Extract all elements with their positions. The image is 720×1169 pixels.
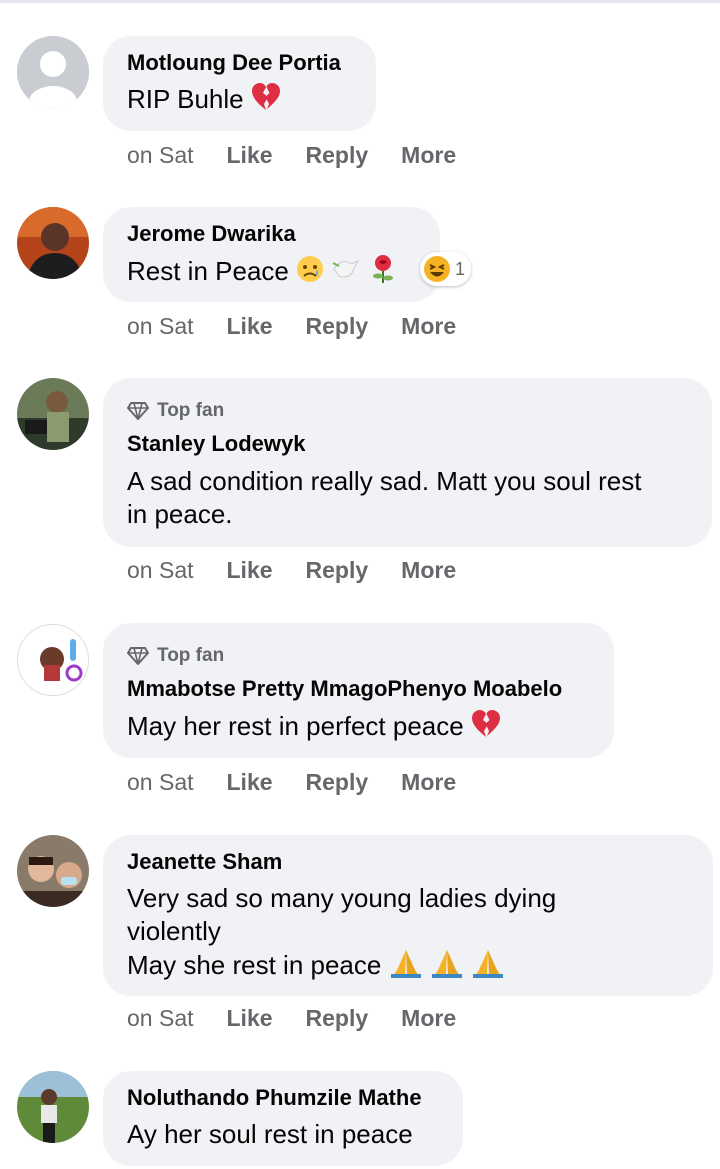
sad-face-emoji xyxy=(296,255,324,291)
comment-actions: on Sat Like Reply More xyxy=(127,1005,489,1032)
comment-text-content: May her rest in perfect peace xyxy=(127,711,464,741)
comment-author[interactable]: Noluthando Phumzile Mathe xyxy=(127,1084,439,1112)
user-photo-icon xyxy=(17,207,89,279)
comment-bubble: Noluthando Phumzile Mathe Ay her soul re… xyxy=(103,1071,463,1166)
comment-bubble: Top fan Stanley Lodewyk A sad condition … xyxy=(103,378,712,547)
reply-button[interactable]: Reply xyxy=(306,769,369,796)
reply-button[interactable]: Reply xyxy=(306,142,369,169)
comment-text: May her rest in perfect peace xyxy=(127,710,590,746)
avatar[interactable] xyxy=(17,1071,89,1143)
top-fan-diamond-icon xyxy=(127,402,149,420)
comment-text: Rest in Peace xyxy=(127,254,416,292)
like-button[interactable]: Like xyxy=(227,557,273,584)
comment-author[interactable]: Jerome Dwarika xyxy=(127,220,416,248)
user-photo-icon xyxy=(17,835,89,907)
folded-hands-emoji xyxy=(471,948,505,986)
comment-bubble: Jerome Dwarika Rest in Peace xyxy=(103,207,440,302)
comment-author[interactable]: Jeanette Sham xyxy=(127,848,689,876)
top-fan-badge: Top fan xyxy=(127,398,688,424)
comment-text: Ay her soul rest in peace xyxy=(127,1119,413,1149)
top-fan-badge: Top fan xyxy=(127,643,590,669)
comment-time[interactable]: on Sat xyxy=(127,1005,194,1032)
more-button[interactable]: More xyxy=(401,557,456,584)
broken-heart-emoji xyxy=(471,710,501,746)
comment-text-content: Rest in Peace xyxy=(127,255,289,286)
comment-text: May she rest in peace xyxy=(127,948,689,986)
comment-actions: on Sat Like Reply More xyxy=(127,142,489,169)
avatar[interactable] xyxy=(17,835,89,907)
like-button[interactable]: Like xyxy=(227,313,273,340)
default-avatar-icon xyxy=(17,36,89,108)
comment-bubble: Top fan Mmabotse Pretty MmagoPhenyo Moab… xyxy=(103,623,614,758)
comment-actions: on Sat Like Reply More xyxy=(127,313,489,340)
comment-time[interactable]: on Sat xyxy=(127,142,194,169)
folded-hands-emoji xyxy=(389,948,423,986)
more-button[interactable]: More xyxy=(401,769,456,796)
top-fan-label: Top fan xyxy=(157,400,225,421)
comment-actions: on Sat Like Reply More xyxy=(127,769,489,796)
comment-author[interactable]: Stanley Lodewyk xyxy=(127,430,688,458)
more-button[interactable]: More xyxy=(401,313,456,340)
like-button[interactable]: Like xyxy=(227,769,273,796)
reaction-count: 1 xyxy=(455,258,466,279)
reply-button[interactable]: Reply xyxy=(306,313,369,340)
comment-bubble: Motloung Dee Portia RIP Buhle xyxy=(103,36,376,131)
avatar[interactable] xyxy=(17,207,89,279)
top-fan-diamond-icon xyxy=(127,647,149,665)
comment-time[interactable]: on Sat xyxy=(127,557,194,584)
reply-button[interactable]: Reply xyxy=(306,557,369,584)
folded-hands-emoji xyxy=(430,948,464,986)
avatar[interactable] xyxy=(17,36,89,108)
more-button[interactable]: More xyxy=(401,142,456,169)
like-button[interactable]: Like xyxy=(227,1005,273,1032)
haha-reaction-icon xyxy=(424,256,450,282)
top-divider xyxy=(0,0,720,3)
more-button[interactable]: More xyxy=(401,1005,456,1032)
user-photo-icon xyxy=(17,1071,89,1143)
broken-heart-emoji xyxy=(251,83,281,119)
dove-emoji xyxy=(331,255,361,291)
comment-time[interactable]: on Sat xyxy=(127,313,194,340)
comment-bubble: Jeanette Sham Very sad so many young lad… xyxy=(103,835,713,996)
comment-text: Very sad so many young ladies dying viol… xyxy=(127,883,557,946)
user-photo-icon xyxy=(18,625,88,695)
reply-button[interactable]: Reply xyxy=(306,1005,369,1032)
avatar[interactable] xyxy=(17,378,89,450)
comment-author[interactable]: Mmabotse Pretty MmagoPhenyo Moabelo xyxy=(127,675,590,703)
avatar[interactable] xyxy=(17,624,89,696)
comment-text-content: RIP Buhle xyxy=(127,84,244,114)
comment-text: A sad condition really sad. Matt you sou… xyxy=(127,466,642,529)
user-photo-icon xyxy=(17,378,89,450)
top-fan-label: Top fan xyxy=(157,645,225,666)
like-button[interactable]: Like xyxy=(227,142,273,169)
comment-text: RIP Buhle xyxy=(127,83,352,119)
comment-actions: on Sat Like Reply More xyxy=(127,557,489,584)
comment-time[interactable]: on Sat xyxy=(127,769,194,796)
comment-text-content: May she rest in peace xyxy=(127,949,382,980)
reaction-summary[interactable]: 1 xyxy=(420,252,472,286)
rose-emoji xyxy=(369,254,397,292)
comment-author[interactable]: Motloung Dee Portia xyxy=(127,49,352,77)
